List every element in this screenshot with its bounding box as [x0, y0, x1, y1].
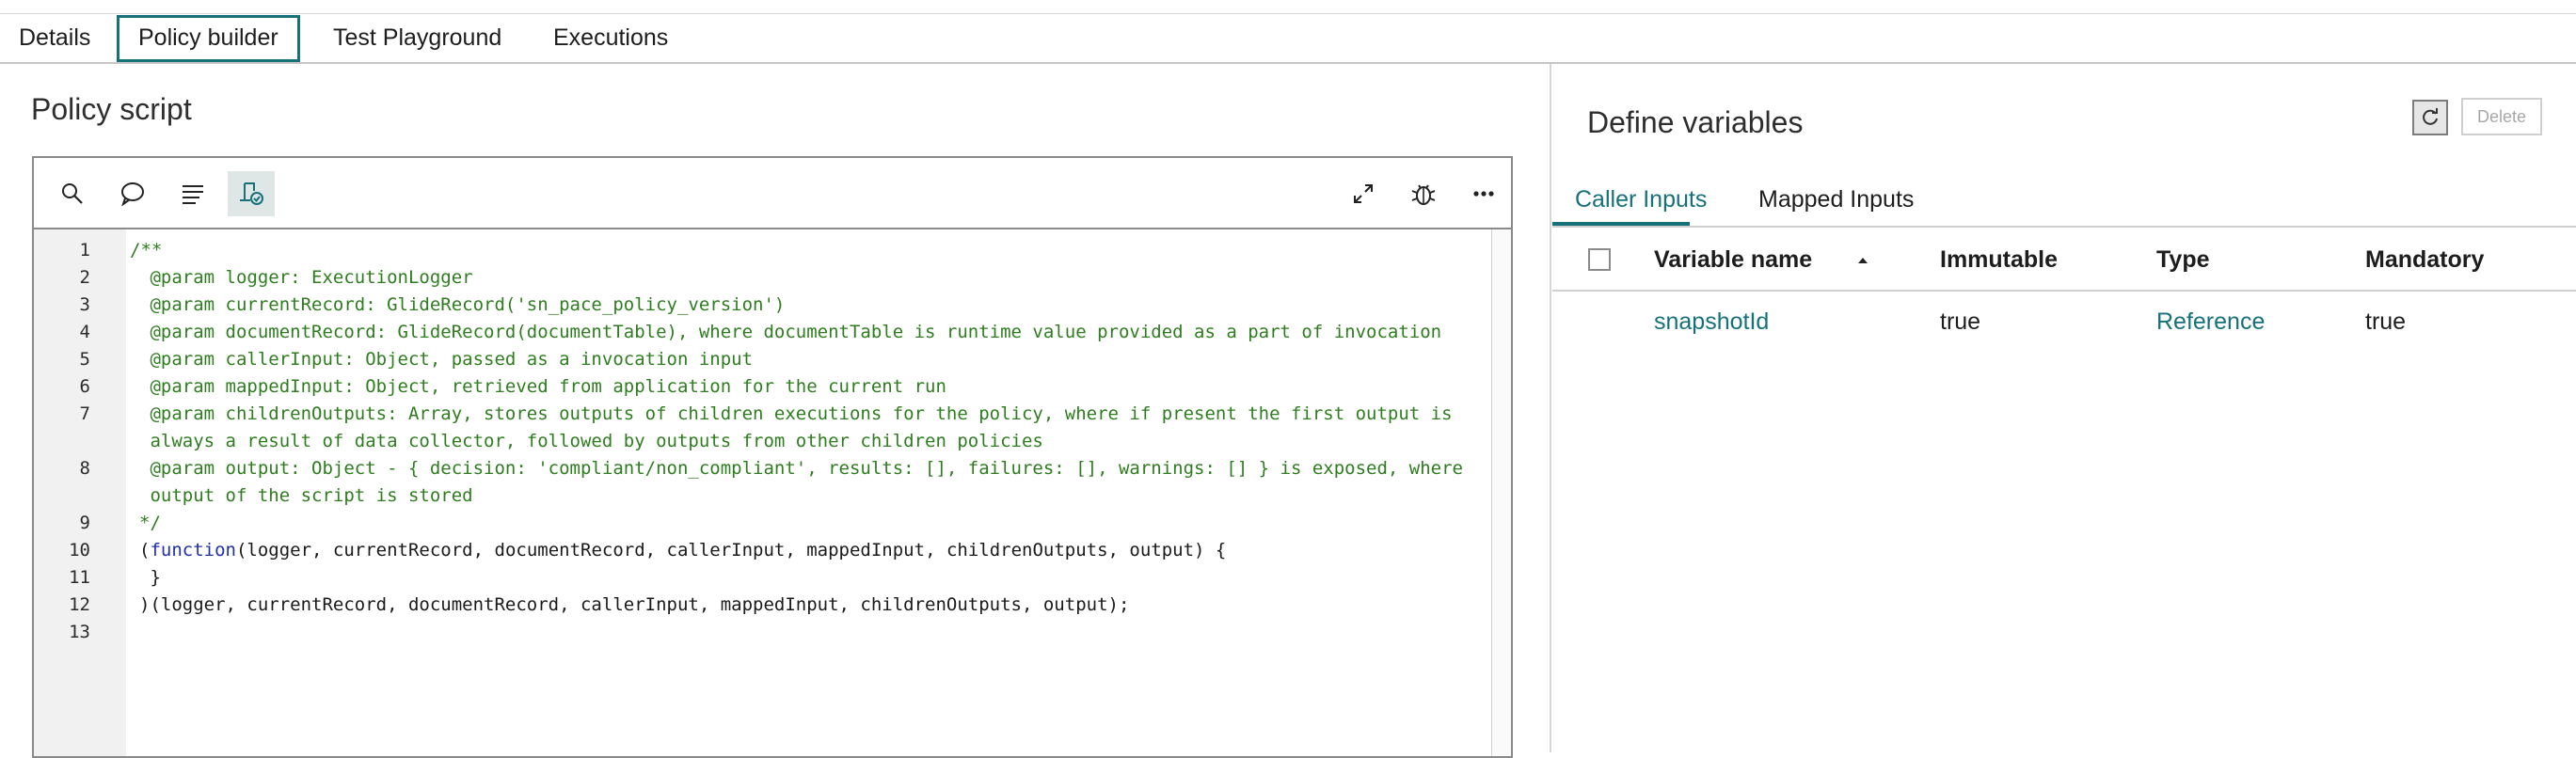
code-line: @param output: Object - { decision: 'com…	[139, 458, 1463, 479]
editor-scrollbar[interactable]	[1491, 229, 1511, 756]
refresh-icon	[2423, 108, 2438, 125]
tab-mapped-inputs[interactable]: Mapped Inputs	[1758, 186, 1914, 228]
format-icon	[183, 185, 203, 204]
tab-policy-builder[interactable]: Policy builder	[117, 15, 300, 62]
code-editor[interactable]: 1 2 3 4 5 6 7 8 9 10 11 12 13 /** @param…	[32, 156, 1513, 758]
tab-bar: Details Policy builder Test Playground E…	[0, 15, 2576, 62]
code-line: @param documentRecord: GlideRecord(docum…	[139, 322, 1442, 342]
search-icon	[62, 183, 83, 204]
comment-icon	[121, 182, 144, 206]
debug-icon	[1411, 184, 1436, 205]
debug-button[interactable]	[1400, 171, 1447, 216]
code-line: /**	[130, 240, 163, 261]
policy-script-title: Policy script	[31, 92, 192, 126]
column-header-immutable[interactable]: Immutable	[1940, 246, 2058, 274]
code-line: */	[139, 513, 161, 533]
top-border	[0, 13, 2576, 14]
tab-bar-divider	[0, 62, 2576, 64]
line-number: 6	[79, 376, 90, 397]
subtab-divider	[1552, 226, 2576, 228]
panel-divider	[1550, 64, 1551, 752]
tab-details[interactable]: Details	[0, 15, 109, 60]
line-number: 9	[79, 513, 90, 533]
line-number: 1	[79, 240, 90, 261]
more-icon	[1473, 191, 1494, 197]
code-line: @param currentRecord: GlideRecord('sn_pa…	[139, 294, 786, 315]
line-number-gutter: 1 2 3 4 5 6 7 8 9 10 11 12 13	[34, 229, 126, 756]
tab-test-playground[interactable]: Test Playground	[314, 15, 520, 60]
code-keyword: function	[150, 540, 236, 561]
code-line: (function(logger, currentRecord, documen…	[139, 537, 1226, 564]
comment-button[interactable]	[109, 171, 156, 216]
code-line-wrap: always a result of data collector, follo…	[139, 431, 1043, 451]
tab-executions[interactable]: Executions	[534, 15, 687, 60]
code-line-wrap: output of the script is stored	[139, 485, 473, 506]
sort-ascending-icon	[1858, 258, 1868, 264]
delete-button[interactable]: Delete	[2461, 98, 2542, 135]
script-settings-button[interactable]	[228, 171, 275, 216]
expand-button[interactable]	[1340, 171, 1387, 216]
type-link[interactable]: Reference	[2156, 308, 2265, 336]
column-header-variable-name[interactable]: Variable name	[1654, 246, 1869, 274]
line-number: 2	[79, 267, 90, 288]
code-line: @param logger: ExecutionLogger	[139, 267, 473, 288]
line-number: 4	[79, 322, 90, 342]
code-line: @param callerInput: Object, passed as a …	[139, 349, 754, 370]
refresh-button[interactable]	[2412, 100, 2448, 135]
format-button[interactable]	[169, 171, 216, 216]
search-button[interactable]	[49, 171, 96, 216]
script-settings-icon	[240, 182, 263, 205]
column-header-label: Variable name	[1654, 246, 1813, 273]
column-header-mandatory[interactable]: Mandatory	[2365, 246, 2484, 274]
code-line: @param childrenOutputs: Array, stores ou…	[139, 403, 1453, 424]
more-button[interactable]	[1460, 171, 1507, 216]
line-number: 12	[69, 594, 90, 615]
select-all-checkbox[interactable]	[1588, 248, 1611, 271]
define-variables-title: Define variables	[1587, 105, 1804, 139]
table-header-divider	[1552, 290, 2576, 292]
code-token: (	[139, 540, 151, 561]
code-text-area[interactable]: /** @param logger: ExecutionLogger @para…	[126, 229, 1492, 756]
line-number: 10	[69, 540, 90, 561]
expand-icon	[1354, 184, 1373, 203]
code-line: }	[139, 567, 161, 588]
line-number: 7	[79, 403, 90, 424]
column-header-type[interactable]: Type	[2156, 246, 2210, 274]
mandatory-value: true	[2365, 308, 2407, 335]
line-number: 8	[79, 458, 90, 479]
code-line: @param mappedInput: Object, retrieved fr…	[139, 376, 946, 397]
immutable-value: true	[1940, 308, 1981, 335]
line-number: 11	[69, 567, 90, 588]
variable-name-link[interactable]: snapshotId	[1654, 308, 1769, 336]
code-token: (logger, currentRecord, documentRecord, …	[235, 540, 1227, 561]
line-number: 5	[79, 349, 90, 370]
editor-toolbar	[34, 158, 1511, 229]
line-number: 13	[69, 622, 90, 642]
code-line: )(logger, currentRecord, documentRecord,…	[139, 594, 1130, 615]
line-number: 3	[79, 294, 90, 315]
